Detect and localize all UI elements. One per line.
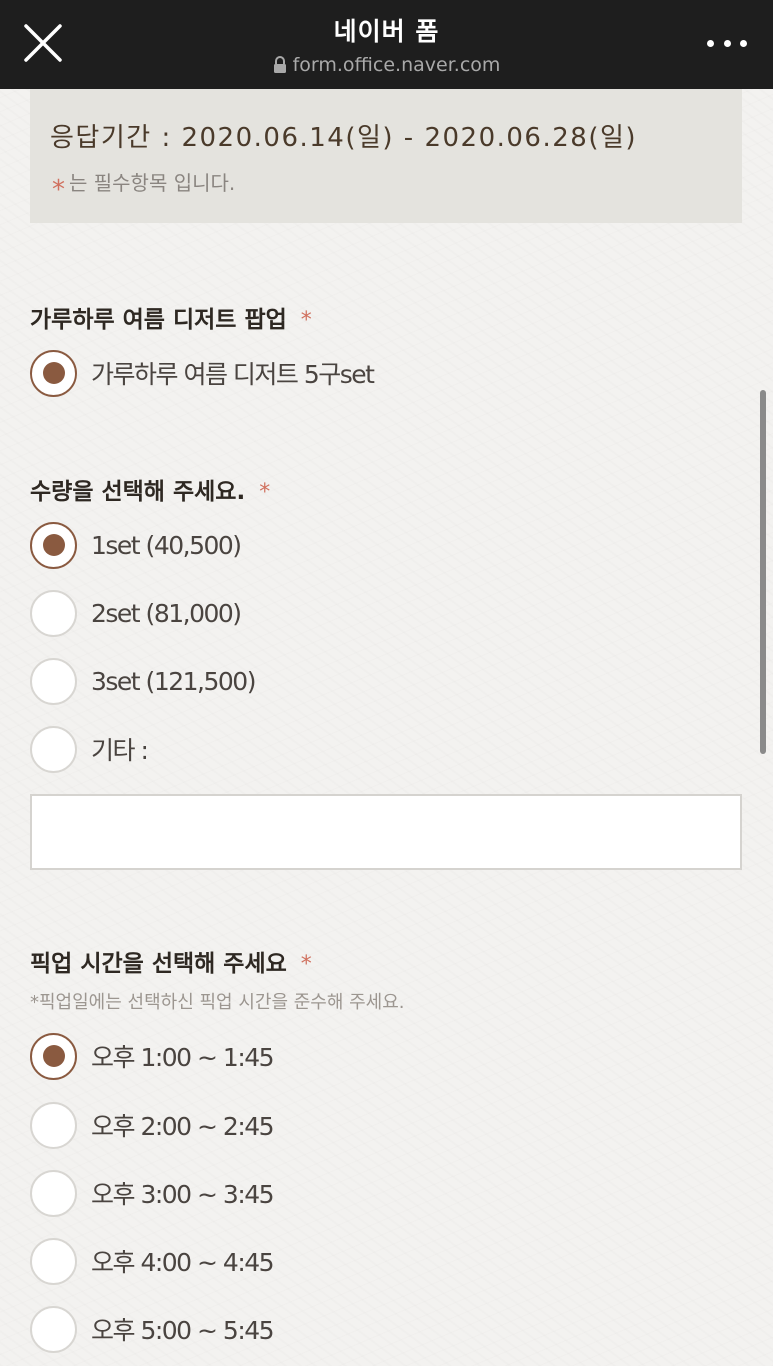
question-text: 수량을 선택해 주세요.	[30, 479, 246, 505]
option-label: 1set (40,500)	[91, 530, 242, 560]
radio-option-pickup-1[interactable]: 오후 1:00 ~ 1:45	[30, 1032, 275, 1080]
radio-option-pickup-4[interactable]: 오후 4:00 ~ 4:45	[30, 1237, 275, 1285]
radio-button[interactable]	[30, 1305, 77, 1353]
more-button[interactable]	[707, 30, 747, 56]
required-notice: * 는 필수항목 입니다.	[52, 167, 236, 205]
radio-option-other[interactable]: 기타 :	[30, 725, 149, 773]
title-block: 네이버 폼 form.office.naver.com	[0, 12, 773, 78]
option-label: 오후 5:00 ~ 5:45	[91, 1316, 275, 1345]
option-label: 오후 1:00 ~ 1:45	[91, 1043, 275, 1072]
lock-icon	[273, 56, 286, 73]
option-label: 가루하루 여름 디저트 5구set	[91, 360, 375, 389]
option-label: 오후 4:00 ~ 4:45	[91, 1248, 275, 1277]
page-title: 네이버 폼	[333, 17, 440, 46]
option-label: 기타 :	[91, 736, 149, 765]
required-star: *	[300, 952, 312, 977]
url-text: form.office.naver.com	[292, 54, 501, 76]
option-label: 3set (121,500)	[91, 666, 256, 696]
required-notice-text: 는 필수항목 입니다.	[69, 171, 236, 195]
radio-option-3set[interactable]: 3set (121,500)	[30, 657, 256, 705]
question-title-product: 가루하루 여름 디저트 팝업 *	[30, 300, 312, 334]
radio-option-pickup-2[interactable]: 오후 2:00 ~ 2:45	[30, 1101, 275, 1149]
radio-button[interactable]	[30, 1032, 77, 1080]
option-label: 오후 3:00 ~ 3:45	[91, 1180, 275, 1209]
radio-option-pickup-3[interactable]: 오후 3:00 ~ 3:45	[30, 1169, 275, 1217]
option-label: 오후 2:00 ~ 2:45	[91, 1112, 275, 1141]
scrollbar[interactable]	[760, 390, 766, 754]
question-title-quantity: 수량을 선택해 주세요. *	[30, 472, 270, 506]
question-text: 픽업 시간을 선택해 주세요	[30, 951, 287, 977]
radio-button[interactable]	[30, 349, 77, 397]
radio-option-pickup-5[interactable]: 오후 5:00 ~ 5:45	[30, 1305, 275, 1353]
required-star: *	[52, 175, 65, 205]
required-star: *	[259, 480, 271, 505]
question-text: 가루하루 여름 디저트 팝업	[30, 307, 287, 333]
radio-button[interactable]	[30, 521, 77, 569]
notice-box: 응답기간 : 2020.06.14(일) - 2020.06.28(일) * 는 …	[30, 89, 742, 223]
radio-button[interactable]	[30, 725, 77, 773]
browser-top-bar: 네이버 폼 form.office.naver.com	[0, 0, 773, 89]
response-period: 응답기간 : 2020.06.14(일) - 2020.06.28(일)	[50, 123, 638, 153]
option-label: 2set (81,000)	[91, 598, 242, 628]
radio-option-2set[interactable]: 2set (81,000)	[30, 589, 242, 637]
radio-button[interactable]	[30, 1101, 77, 1149]
url-row: form.office.naver.com	[273, 54, 501, 76]
radio-button[interactable]	[30, 1237, 77, 1285]
pickup-hint: *픽업일에는 선택하신 픽업 시간을 준수해 주세요.	[30, 992, 405, 1013]
question-title-pickup: 픽업 시간을 선택해 주세요 *	[30, 944, 312, 978]
radio-option-product[interactable]: 가루하루 여름 디저트 5구set	[30, 349, 375, 397]
radio-button[interactable]	[30, 657, 77, 705]
radio-button[interactable]	[30, 1169, 77, 1217]
required-star: *	[300, 308, 312, 333]
other-quantity-input[interactable]	[30, 794, 742, 870]
more-icon	[707, 39, 714, 47]
radio-button[interactable]	[30, 589, 77, 637]
radio-option-1set[interactable]: 1set (40,500)	[30, 521, 242, 569]
